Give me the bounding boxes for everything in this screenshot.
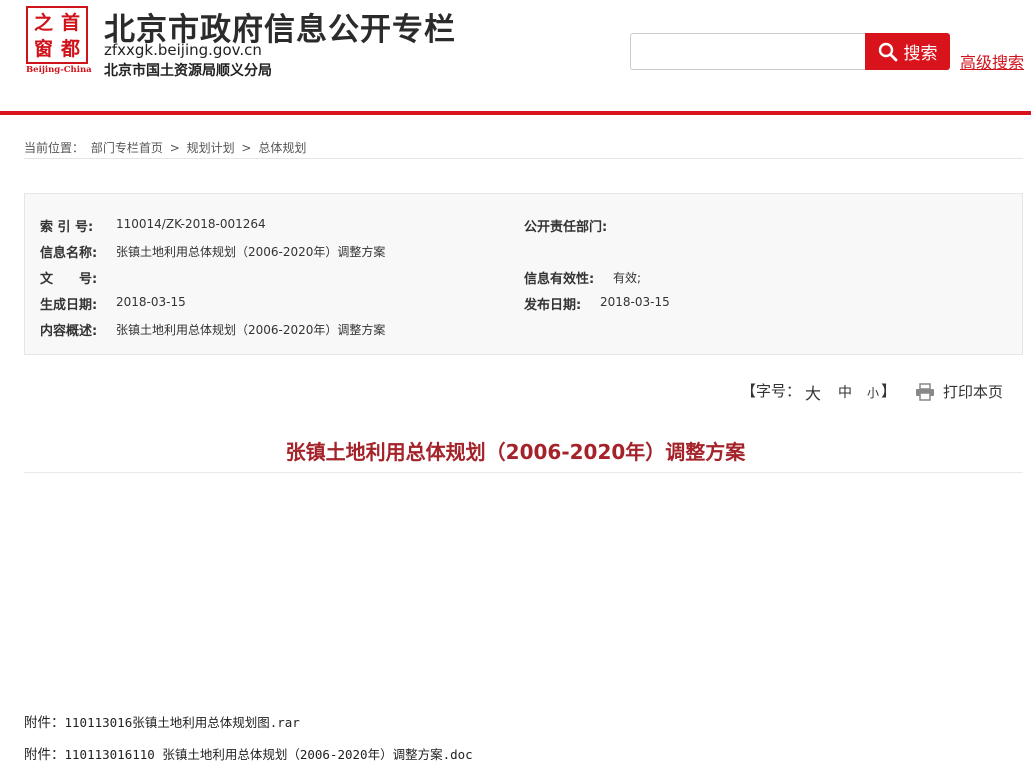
logo-char: 首 <box>61 12 81 34</box>
created-date-value: 2018-03-15 <box>116 295 186 309</box>
advanced-search-link[interactable]: 高级搜索 <box>960 49 1024 73</box>
department-name: 北京市国土资源局顺义分局 <box>104 63 272 79</box>
search-icon <box>878 42 897 61</box>
index-value: 110014/ZK-2018-001264 <box>116 217 266 231</box>
logo-char: 窗 <box>34 38 54 60</box>
name-label: 信息名称: <box>40 246 98 261</box>
font-size-close: 】 <box>881 382 897 400</box>
validity-value: 有效; <box>613 271 642 285</box>
page-header: 之 首 窗 都 Beijing-China 北京市政府信息公开专栏 zfxxgk… <box>0 0 1031 116</box>
breadcrumb-item-overall-plan[interactable]: 总体规划 <box>258 141 306 155</box>
published-date-value: 2018-03-15 <box>600 295 670 309</box>
logo-seal: 之 首 窗 都 <box>26 6 88 64</box>
breadcrumb-separator: > <box>241 141 252 155</box>
created-date-label: 生成日期: <box>40 298 98 313</box>
print-page-label: 打印本页 <box>943 383 1004 401</box>
site-url: zfxxgk.beijing.gov.cn <box>104 41 262 59</box>
font-size-label: 【字号： <box>741 382 802 400</box>
search-button-label: 搜索 <box>903 44 938 63</box>
logo-char: 之 <box>34 12 54 34</box>
name-value: 张镇土地利用总体规划（2006-2020年）调整方案 <box>116 245 386 259</box>
attachment-link[interactable]: 110113016110 张镇土地利用总体规划（2006-2020年）调整方案.… <box>65 747 473 762</box>
logo-char: 都 <box>61 38 81 60</box>
attachment-item: 附件：110113016110 张镇土地利用总体规划（2006-2020年）调整… <box>24 743 473 763</box>
article-title: 张镇土地利用总体规划（2006-2020年）调整方案 <box>285 440 746 464</box>
breadcrumb-prefix: 当前位置： <box>24 141 85 155</box>
info-metadata-panel: 索 引 号: 110014/ZK-2018-001264 公开责任部门: 信息名… <box>24 193 1023 355</box>
breadcrumb-separator: > <box>169 141 180 155</box>
font-size-large[interactable]: 大 <box>805 380 821 404</box>
attachment-prefix: 附件： <box>24 715 65 731</box>
docno-label: 文 号: <box>40 272 98 287</box>
font-size-medium[interactable]: 中 <box>838 382 852 402</box>
breadcrumb: 当前位置： 部门专栏首页 > 规划计划 > 总体规划 <box>24 139 1023 159</box>
font-size-tools: 【字号： 大 中 小 】 <box>741 380 896 403</box>
print-page-button[interactable]: 打印本页 <box>915 381 1003 402</box>
attachment-prefix: 附件： <box>24 747 65 763</box>
site-logo[interactable]: 之 首 窗 都 Beijing-China <box>26 6 92 76</box>
validity-label: 信息有效性: <box>524 272 595 287</box>
header-divider <box>0 111 1031 115</box>
title-divider <box>24 472 1023 473</box>
search-button[interactable]: 搜索 <box>865 33 950 70</box>
summary-label: 内容概述: <box>40 324 98 339</box>
logo-subtitle: Beijing-China <box>26 65 92 75</box>
dept-label: 公开责任部门: <box>524 220 608 235</box>
breadcrumb-item-dept-home[interactable]: 部门专栏首页 <box>91 141 163 155</box>
summary-value: 张镇土地利用总体规划（2006-2020年）调整方案 <box>116 323 386 337</box>
attachment-link[interactable]: 110113016张镇土地利用总体规划图.rar <box>65 715 300 730</box>
printer-icon <box>916 382 934 401</box>
font-size-small[interactable]: 小 <box>867 384 879 401</box>
published-date-label: 发布日期: <box>524 298 582 313</box>
breadcrumb-item-planning[interactable]: 规划计划 <box>187 141 235 155</box>
index-label: 索 引 号: <box>40 220 94 235</box>
attachment-item: 附件：110113016张镇土地利用总体规划图.rar <box>24 711 300 731</box>
search-input[interactable] <box>630 33 866 70</box>
